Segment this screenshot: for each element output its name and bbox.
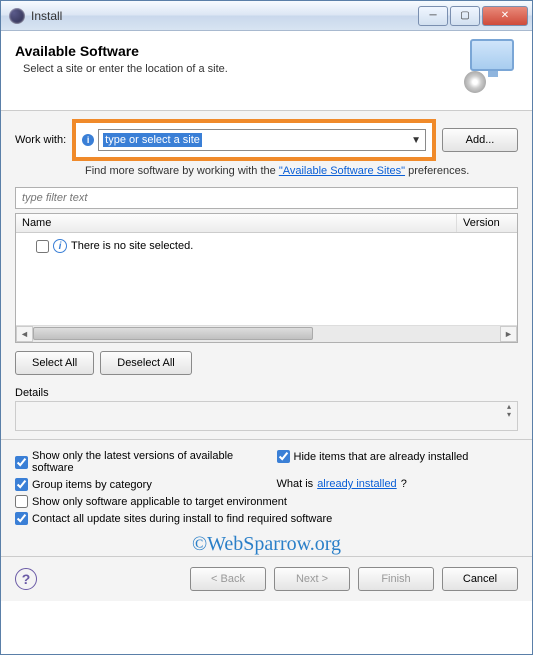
dialog-content: Work with: i type or select a site ▼ Add… <box>1 111 532 556</box>
column-version[interactable]: Version <box>457 214 517 232</box>
details-area: ▴ ▾ <box>15 401 518 431</box>
check-contact-sites[interactable] <box>15 512 28 525</box>
what-is-installed: What is already installed ? <box>277 476 519 492</box>
next-button[interactable]: Next > <box>274 567 350 591</box>
available-sites-link[interactable]: "Available Software Sites" <box>279 165 405 177</box>
header-subheading: Select a site or enter the location of a… <box>23 63 518 75</box>
scroll-thumb[interactable] <box>33 327 313 340</box>
label-applicable: Show only software applicable to target … <box>32 496 287 508</box>
deselect-all-button[interactable]: Deselect All <box>100 351 191 375</box>
work-with-row: Work with: i type or select a site ▼ Add… <box>15 119 518 161</box>
install-dialog: Install ─ ▢ ✕ Available Software Select … <box>0 0 533 655</box>
label-hide-installed: Hide items that are already installed <box>294 451 469 463</box>
scroll-down-icon[interactable]: ▾ <box>503 412 515 418</box>
info-icon: i <box>53 239 67 253</box>
tree-row-empty: i There is no site selected. <box>22 237 511 255</box>
titlebar[interactable]: Install ─ ▢ ✕ <box>1 1 532 31</box>
separator <box>1 439 532 440</box>
scroll-right-arrow[interactable]: ► <box>500 326 517 342</box>
filter-input[interactable] <box>15 187 518 209</box>
eclipse-icon <box>9 8 25 24</box>
check-hide-installed[interactable] <box>277 450 290 463</box>
scroll-left-arrow[interactable]: ◄ <box>16 326 33 342</box>
work-with-hint: Find more software by working with the "… <box>85 165 518 177</box>
finish-button[interactable]: Finish <box>358 567 434 591</box>
check-show-latest[interactable] <box>15 456 28 469</box>
combo-selected-text: type or select a site <box>103 133 202 147</box>
info-badge-icon: i <box>82 134 94 146</box>
chevron-down-icon[interactable]: ▼ <box>411 135 421 146</box>
maximize-button[interactable]: ▢ <box>450 6 480 26</box>
scroll-track[interactable] <box>33 326 500 342</box>
cancel-button[interactable]: Cancel <box>442 567 518 591</box>
selection-buttons: Select All Deselect All <box>15 351 518 375</box>
add-button[interactable]: Add... <box>442 128 518 152</box>
dialog-header: Available Software Select a site or ente… <box>1 31 532 111</box>
options-checks: Show only the latest versions of availab… <box>15 448 518 527</box>
window-title: Install <box>31 9 62 23</box>
already-installed-link[interactable]: already installed <box>317 478 397 490</box>
tree-header: Name Version <box>16 214 517 233</box>
label-group-category: Group items by category <box>32 479 152 491</box>
watermark: ©WebSparrow.org <box>15 533 518 556</box>
header-heading: Available Software <box>15 43 518 59</box>
help-icon[interactable]: ? <box>15 568 37 590</box>
minimize-button[interactable]: ─ <box>418 6 448 26</box>
label-show-latest: Show only the latest versions of availab… <box>32 450 257 474</box>
details-label: Details <box>15 387 518 399</box>
tree-empty-text: There is no site selected. <box>71 240 193 252</box>
software-install-icon <box>470 39 520 89</box>
close-button[interactable]: ✕ <box>482 6 528 26</box>
work-with-highlight: i type or select a site ▼ <box>72 119 436 161</box>
column-name[interactable]: Name <box>16 214 457 232</box>
horizontal-scrollbar[interactable]: ◄ ► <box>16 325 517 342</box>
work-with-label: Work with: <box>15 134 66 146</box>
check-group-category[interactable] <box>15 478 28 491</box>
software-tree: Name Version i There is no site selected… <box>15 213 518 343</box>
label-contact-sites: Contact all update sites during install … <box>32 513 332 525</box>
dialog-footer: ? < Back Next > Finish Cancel <box>1 556 532 601</box>
check-applicable[interactable] <box>15 495 28 508</box>
tree-body: i There is no site selected. <box>16 233 517 325</box>
back-button[interactable]: < Back <box>190 567 266 591</box>
tree-row-checkbox[interactable] <box>36 240 49 253</box>
work-with-combo[interactable]: type or select a site ▼ <box>98 129 426 151</box>
details-scroll-buttons[interactable]: ▴ ▾ <box>503 404 515 418</box>
select-all-button[interactable]: Select All <box>15 351 94 375</box>
details-group: Details ▴ ▾ <box>15 387 518 431</box>
